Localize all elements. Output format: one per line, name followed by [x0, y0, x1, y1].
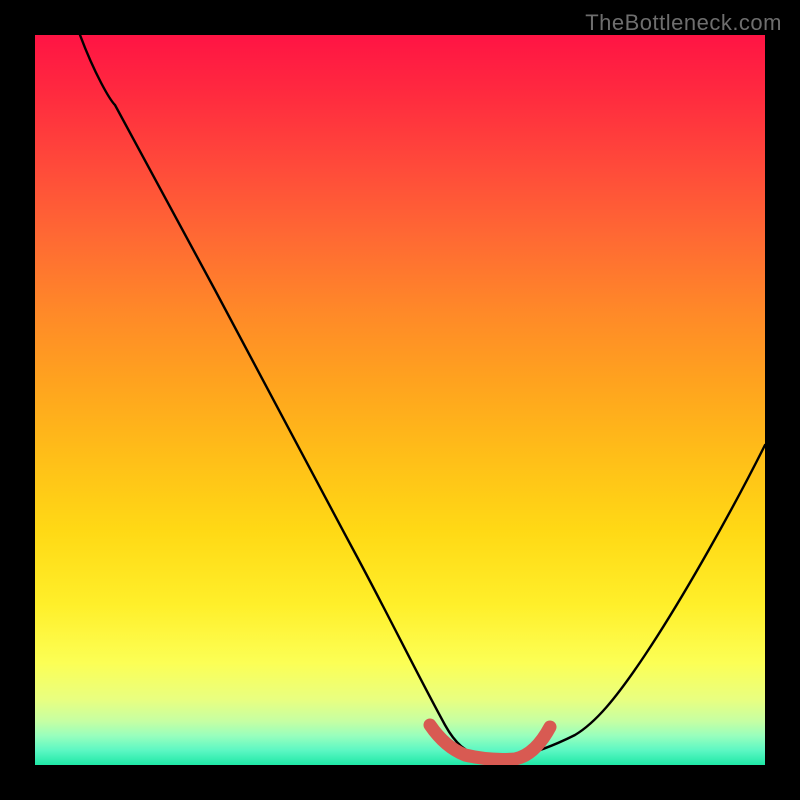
bottleneck-curve — [80, 35, 765, 757]
plot-area — [35, 35, 765, 765]
chart-frame: TheBottleneck.com — [0, 0, 800, 800]
curve-layer — [35, 35, 765, 765]
watermark-text: TheBottleneck.com — [585, 10, 782, 36]
